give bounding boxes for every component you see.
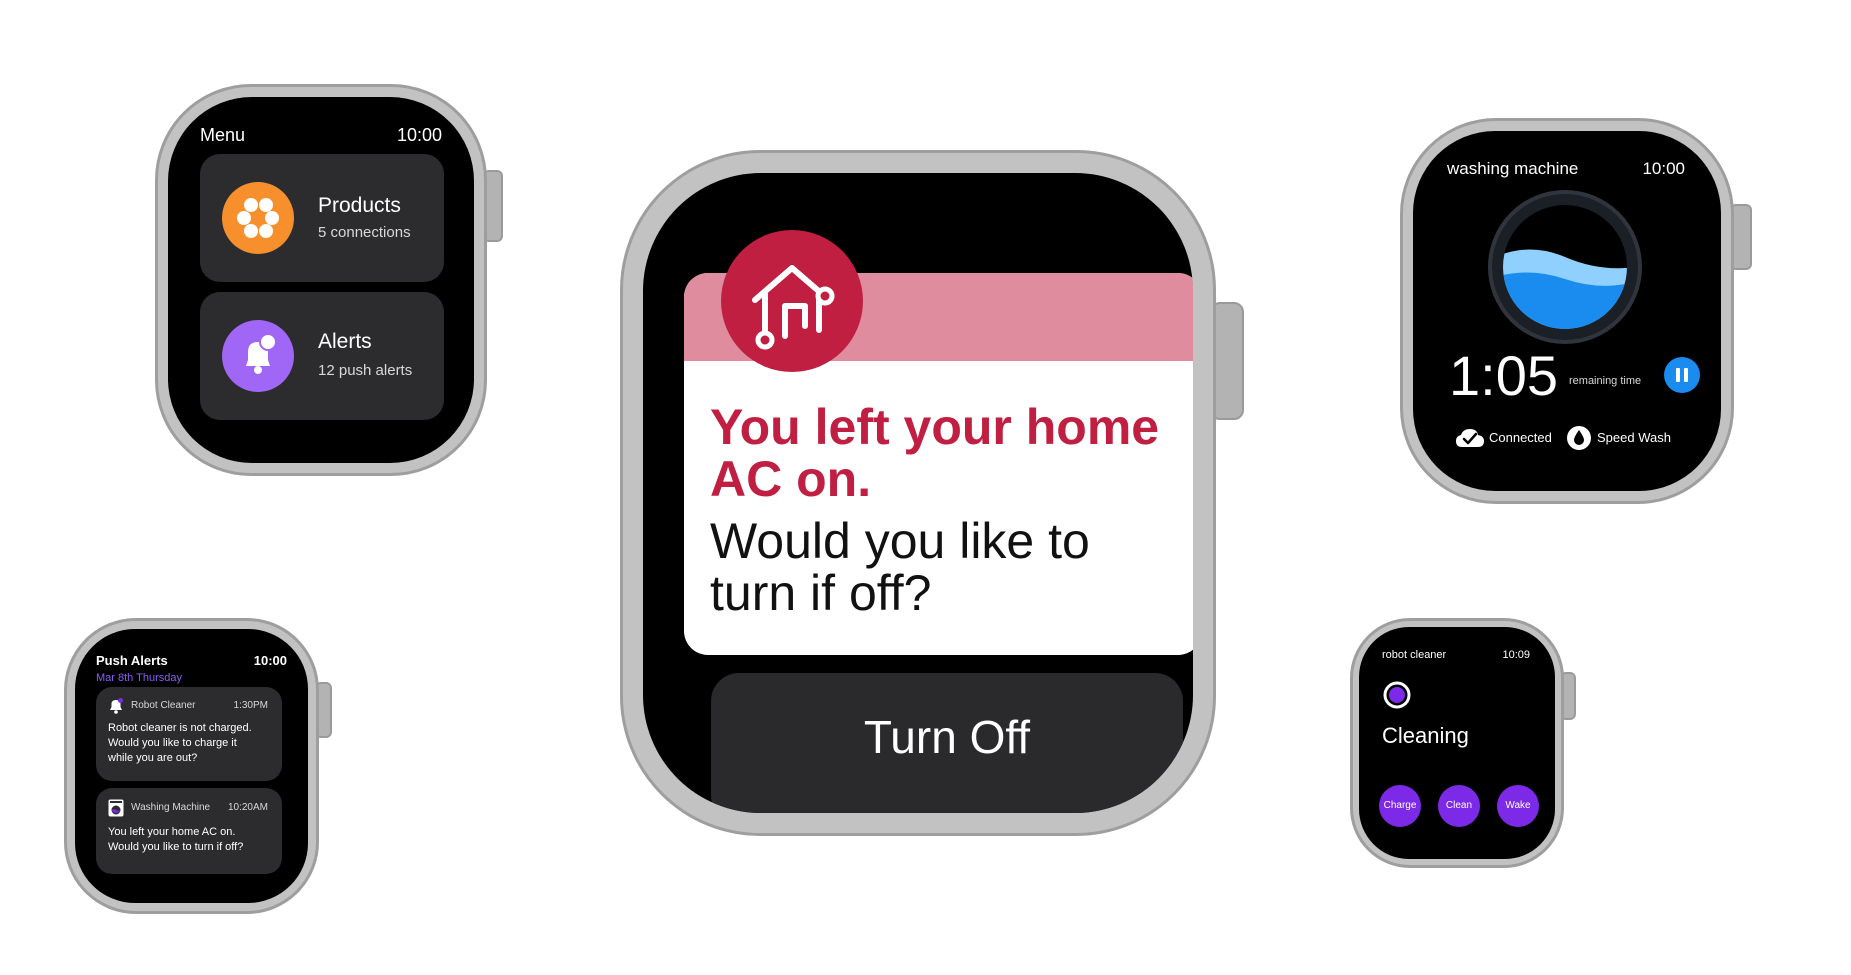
status-label: Connected	[1489, 430, 1552, 445]
status-label: Speed Wash	[1597, 430, 1671, 445]
screen-title: Menu	[200, 125, 246, 145]
notification-line: Would you like to turn if off?	[108, 841, 244, 853]
washing-machine-screen: washing machine 10:00 1:05 remaining tim…	[1413, 131, 1721, 491]
water-drop-icon	[1566, 425, 1592, 451]
notification-line: Would you like to charge it	[108, 737, 237, 749]
screen-title: washing machine	[1447, 159, 1579, 178]
turn-off-label: Turn Off	[863, 711, 1031, 763]
notification-time: 10:20AM	[227, 802, 268, 813]
notification-headline: You left your home	[710, 399, 1160, 455]
washing-machine-watch: washing machine 10:00 1:05 remaining tim…	[1400, 118, 1752, 504]
clock: 10:00	[396, 125, 442, 145]
notification-line: while you are out?	[108, 752, 198, 764]
push-alerts-screen: Push Alerts 10:00 Mar 8th Thursday Robot…	[75, 629, 308, 903]
notification-headline: AC on.	[710, 451, 872, 507]
smart-home-icon	[721, 230, 863, 372]
clock: 10:00	[253, 653, 287, 668]
products-dots-icon	[222, 182, 294, 254]
menu-item-label: Alerts	[318, 330, 372, 353]
pause-button[interactable]	[1664, 357, 1700, 393]
turn-off-button[interactable]: Turn Off	[711, 673, 1183, 813]
robot-cleaner-watch: robot cleaner 10:09 Cleaning Charge Clea…	[1350, 618, 1576, 868]
remaining-time-label: remaining time	[1569, 375, 1642, 387]
menu-item-sublabel: 5 connections	[318, 224, 411, 241]
screen-title: Push Alerts	[96, 653, 168, 668]
notification-card-robot-cleaner[interactable]: Robot Cleaner 1:30PM Robot cleaner is no…	[96, 687, 282, 781]
ac-notification-watch: You left your home AC on. Would you like…	[620, 150, 1248, 840]
menu-watch: Menu 10:00 Products 5 connections Alerts…	[155, 84, 507, 476]
clock: 10:09	[1502, 649, 1530, 661]
ac-notification-screen: You left your home AC on. Would you like…	[643, 173, 1193, 813]
notification-app: Robot Cleaner	[131, 700, 196, 711]
robot-progress-icon	[1383, 681, 1411, 709]
pause-icon	[1676, 368, 1688, 382]
robot-status: Cleaning	[1382, 723, 1469, 748]
cloud-check-icon	[1455, 427, 1485, 449]
notification-card-washing-machine[interactable]: Washing Machine 10:20AM You left your ho…	[96, 788, 282, 874]
menu-item-sublabel: 12 push alerts	[318, 362, 413, 379]
menu-item-label: Products	[318, 194, 401, 217]
push-alerts-watch: Push Alerts 10:00 Mar 8th Thursday Robot…	[64, 618, 334, 914]
washing-machine-icon	[108, 799, 124, 817]
robot-cleaner-screen: robot cleaner 10:09 Cleaning Charge Clea…	[1359, 627, 1555, 859]
menu-item-products[interactable]: Products 5 connections	[200, 154, 444, 282]
notification-app: Washing Machine	[131, 802, 211, 813]
menu-item-alerts[interactable]: Alerts 12 push alerts	[200, 292, 444, 420]
charge-button[interactable]: Charge	[1379, 785, 1421, 827]
date-label: Mar 8th Thursday	[96, 672, 183, 684]
notification-question: turn if off?	[710, 565, 932, 621]
clean-button[interactable]: Clean	[1438, 785, 1480, 827]
notification-time: 1:30PM	[233, 700, 268, 711]
remaining-time-value: 1:05	[1449, 344, 1558, 407]
notification-question: Would you like to	[710, 513, 1090, 569]
notification-line: You left your home AC on.	[108, 826, 236, 838]
bell-icon	[108, 698, 124, 714]
clock: 10:00	[1642, 159, 1685, 178]
screen-title: robot cleaner	[1382, 649, 1447, 661]
notification-line: Robot cleaner is not charged.	[108, 722, 252, 734]
menu-screen: Menu 10:00 Products 5 connections Alerts…	[168, 97, 474, 463]
drum-progress-icon	[1485, 187, 1645, 347]
wake-button[interactable]: Wake	[1497, 785, 1539, 827]
bell-icon	[222, 320, 294, 392]
